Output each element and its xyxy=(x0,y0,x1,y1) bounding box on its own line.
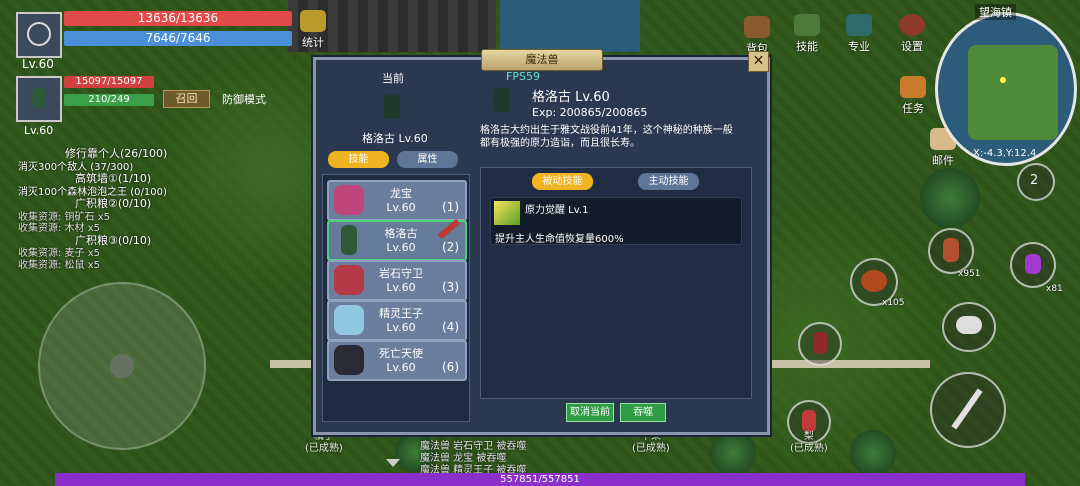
red-key-icon xyxy=(437,218,461,240)
detail-name: 格洛古 Lv.60 xyxy=(532,90,610,105)
virtual-joystick[interactable] xyxy=(38,282,206,450)
pet-recall-button[interactable]: 召回 xyxy=(163,90,210,108)
current-beast-name: 格洛古 Lv.60 xyxy=(362,132,428,145)
potion-slot-1[interactable] xyxy=(928,228,974,274)
sword-icon xyxy=(951,388,983,430)
counter-circle[interactable]: 2 xyxy=(1017,163,1055,201)
gear-icon xyxy=(899,14,925,36)
chat-bubble-icon xyxy=(956,316,982,334)
bread-icon xyxy=(861,270,887,292)
exp-bar: 557851/557851 xyxy=(55,473,1025,486)
field-label-pear: 梨 (已成熟) xyxy=(790,431,828,454)
beast-list-item[interactable]: 岩石守卫 Lv.60 (3) xyxy=(327,260,467,301)
rock-guardian-icon xyxy=(334,265,364,295)
tree xyxy=(850,430,896,476)
grogu-icon xyxy=(341,225,357,255)
bag-button[interactable]: 背包 xyxy=(740,16,774,56)
skill-name: 原力觉醒 Lv.1 xyxy=(525,205,589,216)
tree xyxy=(710,430,756,476)
pet-hp-bar: 15097/15097 xyxy=(64,76,154,88)
chat-button[interactable] xyxy=(942,302,996,352)
attack-button[interactable] xyxy=(930,372,1006,448)
death-angel-icon xyxy=(334,345,364,375)
settings-button[interactable]: 设置 xyxy=(895,14,929,54)
minimap-land xyxy=(968,45,1058,140)
fps-counter: FPS59 xyxy=(506,70,540,83)
scroll-icon xyxy=(900,76,926,98)
quest-line[interactable]: 收集资源: 松鼠 x5 xyxy=(18,256,100,271)
player-mp-bar: 7646/7646 xyxy=(64,31,292,46)
potion-count-1: x951 xyxy=(958,269,981,279)
pet-mp-bar: 210/249 xyxy=(64,94,154,106)
red-potion-icon xyxy=(802,410,816,432)
coords-label: X:-4.3,Y:12.4 xyxy=(973,148,1037,159)
tab-attributes[interactable]: 属性 xyxy=(397,151,458,168)
joystick-knob[interactable] xyxy=(110,354,134,378)
detail-portrait xyxy=(494,88,510,112)
skill-description: 提升主人生命值恢复量600% xyxy=(495,234,624,245)
task-button[interactable]: 任务 xyxy=(896,76,930,116)
beast-list-item[interactable]: 精灵王子 Lv.60 (4) xyxy=(327,300,467,341)
skill-row[interactable]: 原力觉醒 Lv.1 提升主人生命值恢复量600% xyxy=(490,197,742,245)
pond xyxy=(500,0,640,52)
trophy-icon xyxy=(300,10,326,32)
profession-button[interactable]: 专业 xyxy=(842,14,876,54)
beast-list-item[interactable]: 格洛古 Lv.60 (2) xyxy=(327,218,467,261)
dragon-icon xyxy=(334,185,364,215)
beast-list-item[interactable]: 龙宝 Lv.60 (1) xyxy=(327,180,467,221)
location-name: 望海镇 xyxy=(975,4,1016,20)
player-marker xyxy=(1000,77,1006,83)
detail-description: 格洛古大约出生于雅文战役前41年，这个神秘的种族一般都有极强的原力造诣，而且很长… xyxy=(480,125,733,149)
food-count: x105 xyxy=(882,298,905,308)
weapon-icon xyxy=(27,22,51,46)
red-potion-icon xyxy=(813,332,827,354)
health-potion-button[interactable] xyxy=(798,322,842,366)
potion-slot-2[interactable] xyxy=(1010,242,1056,288)
tab-skills[interactable]: 技能 xyxy=(328,151,389,168)
minimap[interactable] xyxy=(935,12,1077,166)
current-label: 当前 xyxy=(382,72,404,85)
cancel-current-button[interactable]: 取消当前 xyxy=(566,403,614,422)
pot-icon xyxy=(943,238,959,262)
current-beast-portrait xyxy=(384,95,400,119)
pet-avatar[interactable] xyxy=(16,76,62,122)
book-icon xyxy=(846,14,872,36)
tree xyxy=(920,168,980,228)
stats-button[interactable]: 统计 xyxy=(296,10,330,50)
backpack-icon xyxy=(744,16,770,38)
grogu-icon xyxy=(32,88,46,108)
player-avatar[interactable] xyxy=(16,12,62,58)
tab-passive-skills[interactable]: 被动技能 xyxy=(532,173,593,190)
skills-button[interactable]: 技能 xyxy=(790,14,824,54)
purple-potion-icon xyxy=(1025,254,1041,274)
beast-list-item[interactable]: 死亡天使 Lv.60 (6) xyxy=(327,340,467,381)
devour-button[interactable]: 吞噬 xyxy=(620,403,666,422)
elf-prince-icon xyxy=(334,305,364,335)
player-level: Lv.60 xyxy=(22,57,54,71)
tab-active-skills[interactable]: 主动技能 xyxy=(638,173,699,190)
potion-count-2: x81 xyxy=(1046,284,1063,294)
close-button[interactable]: ✕ xyxy=(748,51,769,72)
dialog-title: 魔法兽 xyxy=(481,49,603,71)
chat-toggle-icon[interactable] xyxy=(386,459,400,467)
pet-mode-button[interactable]: 防御模式 xyxy=(222,91,266,107)
force-awakening-icon xyxy=(494,201,520,225)
detail-exp: Exp: 200865/200865 xyxy=(532,106,648,119)
player-hp-bar: 13636/13636 xyxy=(64,11,292,26)
skill-tree-icon xyxy=(794,14,820,36)
pet-level: Lv.60 xyxy=(24,124,54,137)
